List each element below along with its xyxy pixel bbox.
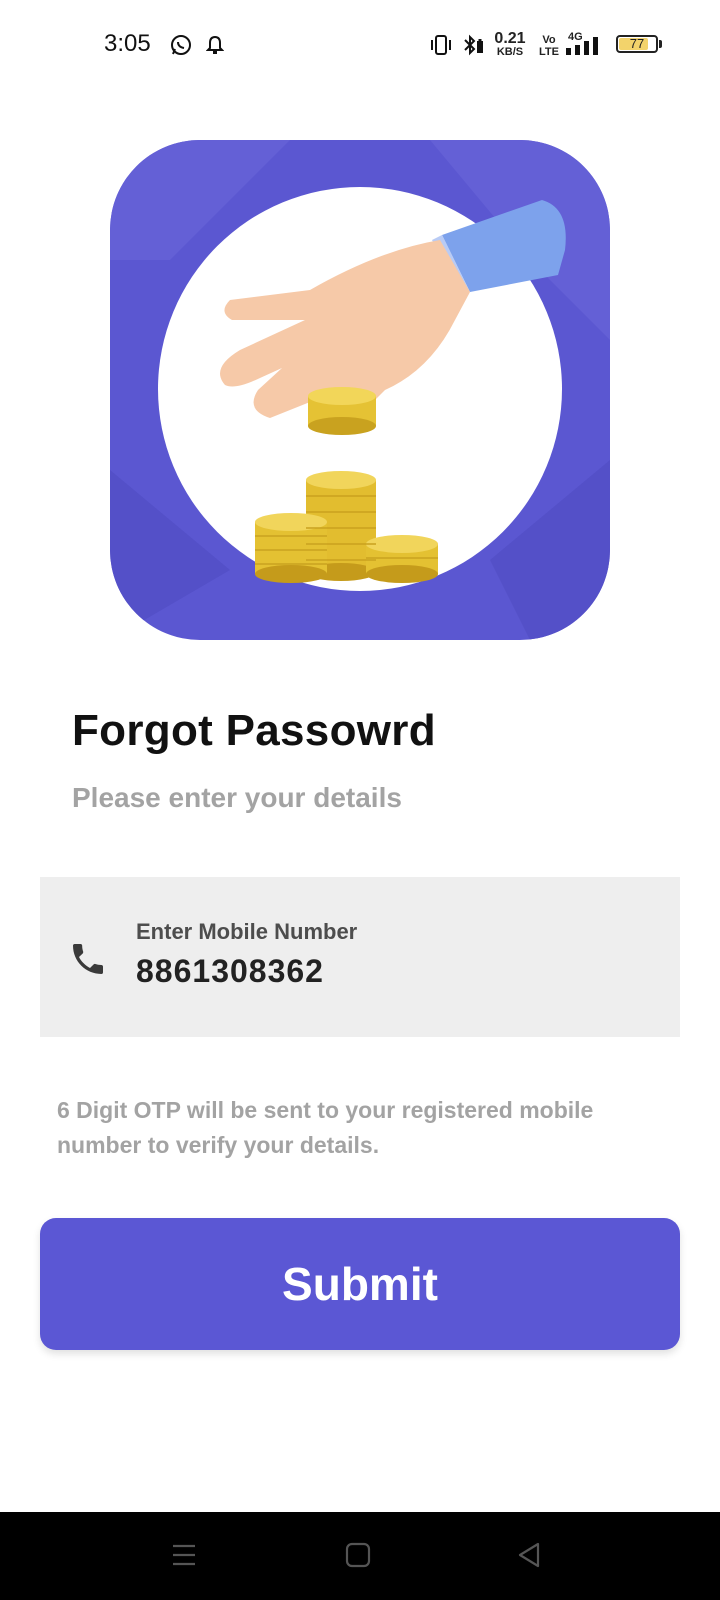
bluetooth-icon (464, 34, 483, 56)
hand-coin-icon (220, 200, 566, 583)
notification-bell-icon (206, 35, 224, 54)
whatsapp-icon (171, 35, 191, 55)
mobile-number-field[interactable]: Enter Mobile Number 8861308362 (40, 877, 680, 1037)
phone-icon (73, 944, 103, 974)
back-icon[interactable] (516, 1542, 542, 1568)
otp-helper-text: 6 Digit OTP will be sent to your registe… (57, 1097, 594, 1158)
vibrate-icon (431, 35, 451, 55)
hero-illustration (110, 140, 610, 640)
menu-icon[interactable] (171, 1542, 197, 1568)
system-navigation-bar (0, 1512, 720, 1600)
page-subtitle: Please enter your details (72, 782, 402, 813)
net-speed: 0.21 KB/S (494, 30, 526, 59)
page-title: Forgot Passowrd (72, 706, 436, 755)
submit-button[interactable]: Submit (40, 1218, 680, 1350)
status-bar: 3:05 0.21 KB/S Vo LTE 4G 77 (0, 0, 720, 92)
battery-tip (659, 40, 662, 48)
home-icon[interactable] (345, 1542, 371, 1568)
mobile-number-input[interactable]: 8861308362 (136, 953, 324, 990)
status-time: 3:05 (104, 30, 151, 57)
mobile-number-label: Enter Mobile Number (136, 919, 358, 944)
battery-icon: 77 (616, 35, 658, 53)
signal-icon (566, 37, 598, 55)
battery-level: 77 (629, 36, 645, 51)
volte-indicator: Vo LTE (539, 34, 559, 58)
